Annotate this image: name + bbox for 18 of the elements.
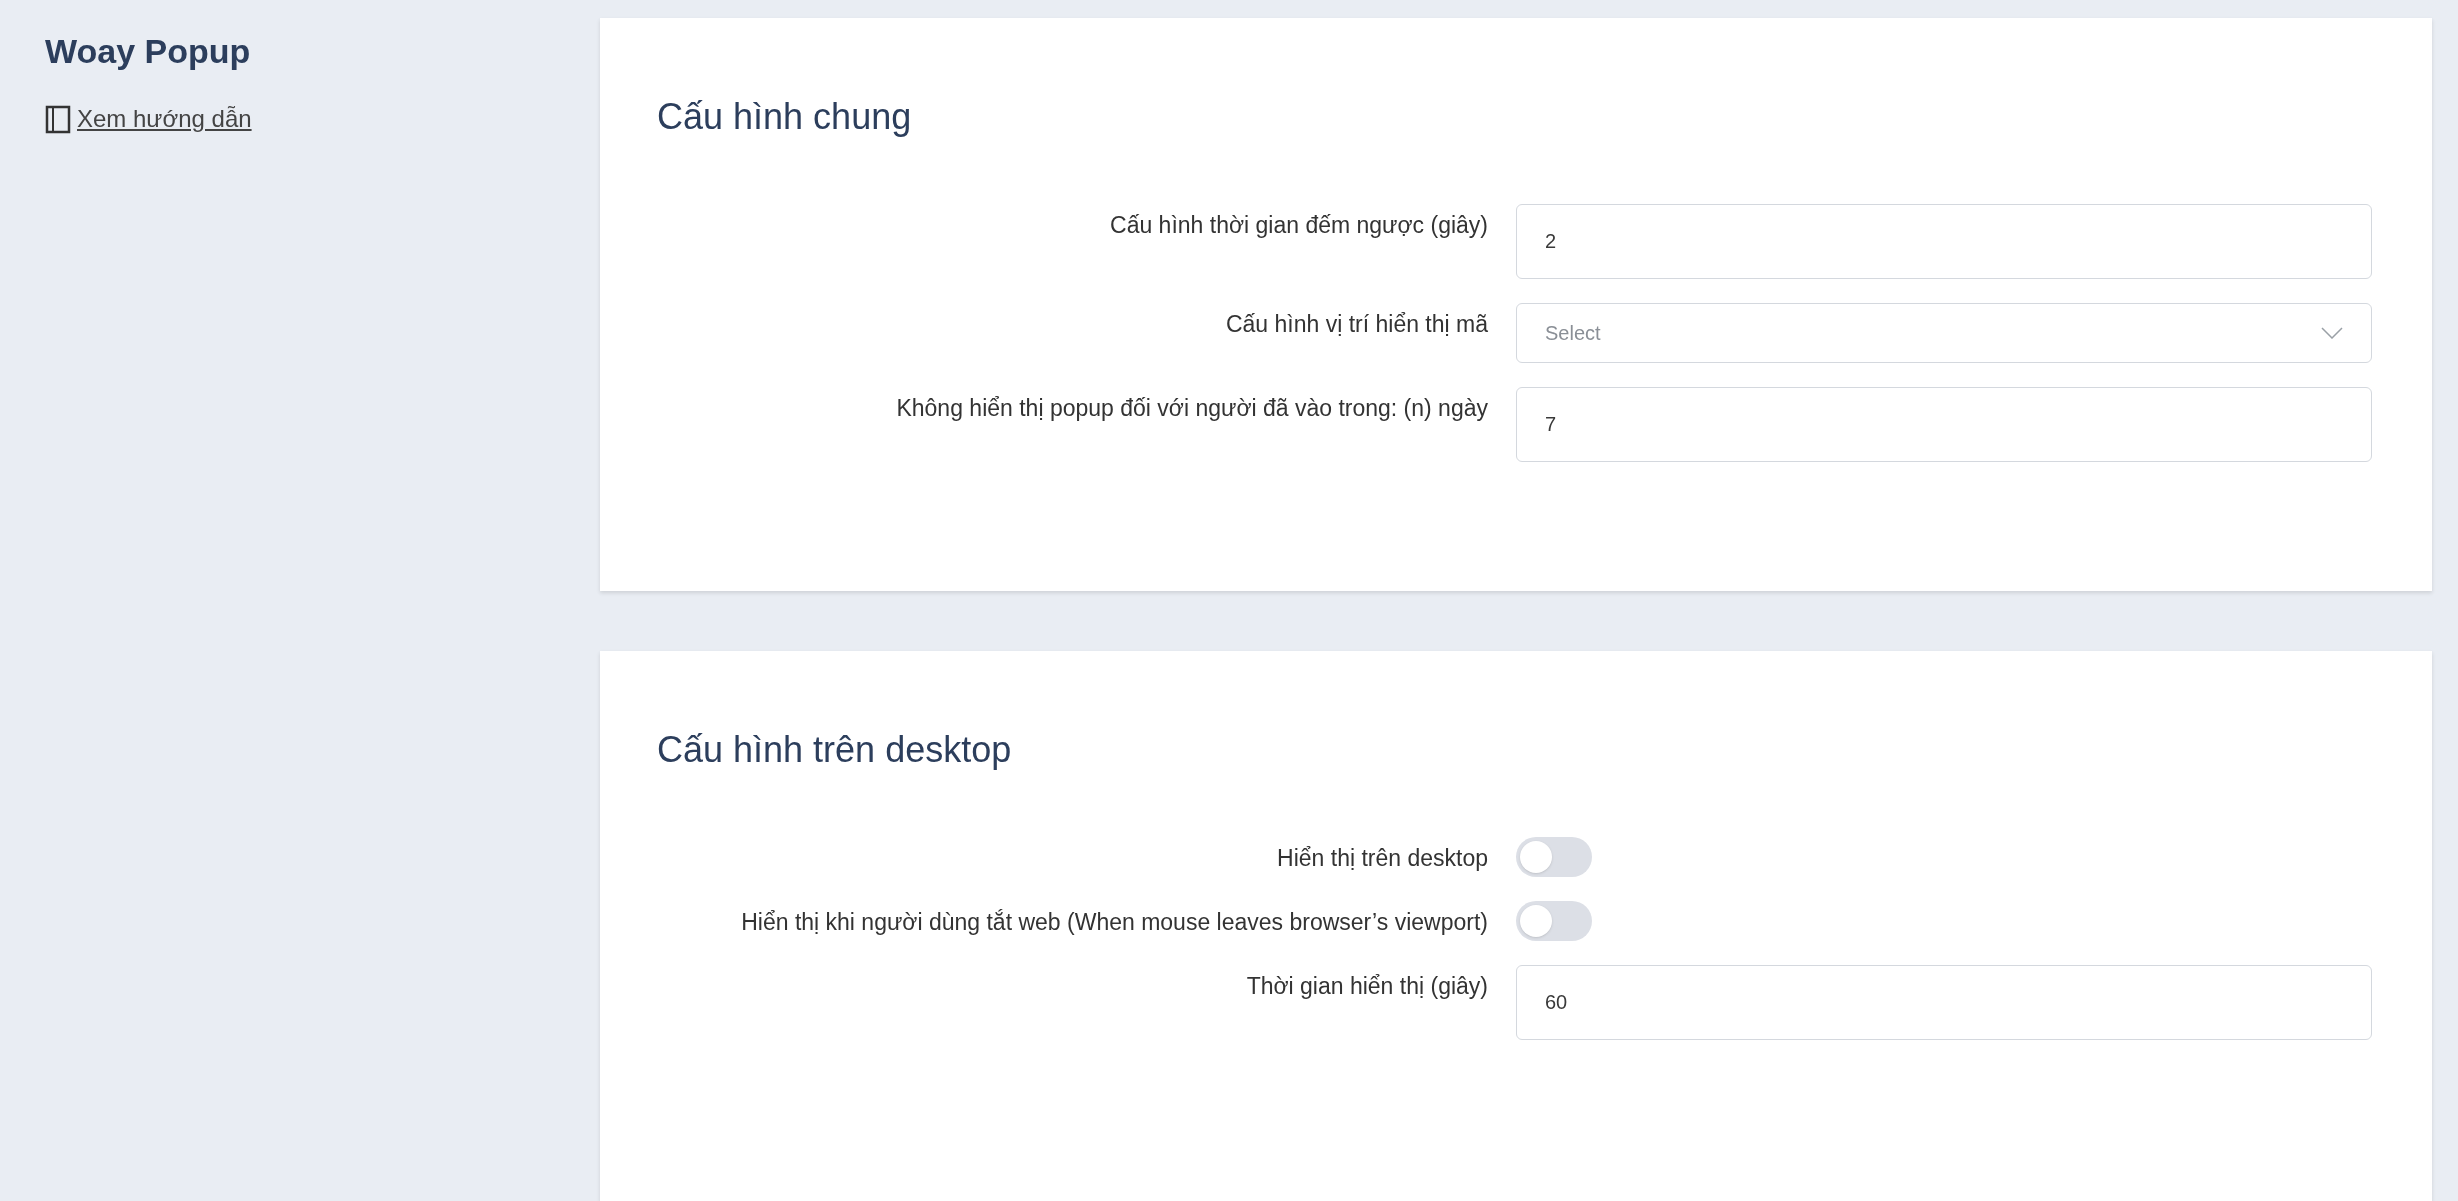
guide-link[interactable]: Xem hướng dẫn	[77, 101, 252, 137]
toggle-switch[interactable]	[1516, 837, 1592, 878]
select-placeholder: Select	[1545, 321, 1601, 346]
section-title: Cấu hình trên desktop	[657, 728, 1013, 773]
chevron-down-icon	[2321, 327, 2343, 339]
field-label: Hiển thị trên desktop	[1277, 844, 1488, 874]
input-field[interactable]: 60	[1516, 965, 2372, 1041]
field-label: Thời gian hiển thị (giây)	[1246, 972, 1488, 1002]
field-label: Hiển thị khi người dùng tắt web (When mouse leaves browser’s viewport)	[741, 908, 1488, 938]
input-field[interactable]: 2	[1516, 204, 2372, 279]
toggle-switch[interactable]	[1516, 901, 1592, 942]
field-label: Không hiển thị popup đối với người đã vào trong: (n) ngày	[896, 394, 1488, 423]
section-title: Cấu hình chung	[657, 95, 913, 139]
field-label: Cấu hình vị trí hiển thị mã	[1225, 310, 1488, 339]
field-label: Cấu hình thời gian đếm ngược (giây)	[1110, 211, 1488, 240]
app-title: Woay Popup	[45, 31, 252, 72]
book-icon	[45, 104, 71, 134]
input-field[interactable]: 7	[1516, 387, 2372, 462]
